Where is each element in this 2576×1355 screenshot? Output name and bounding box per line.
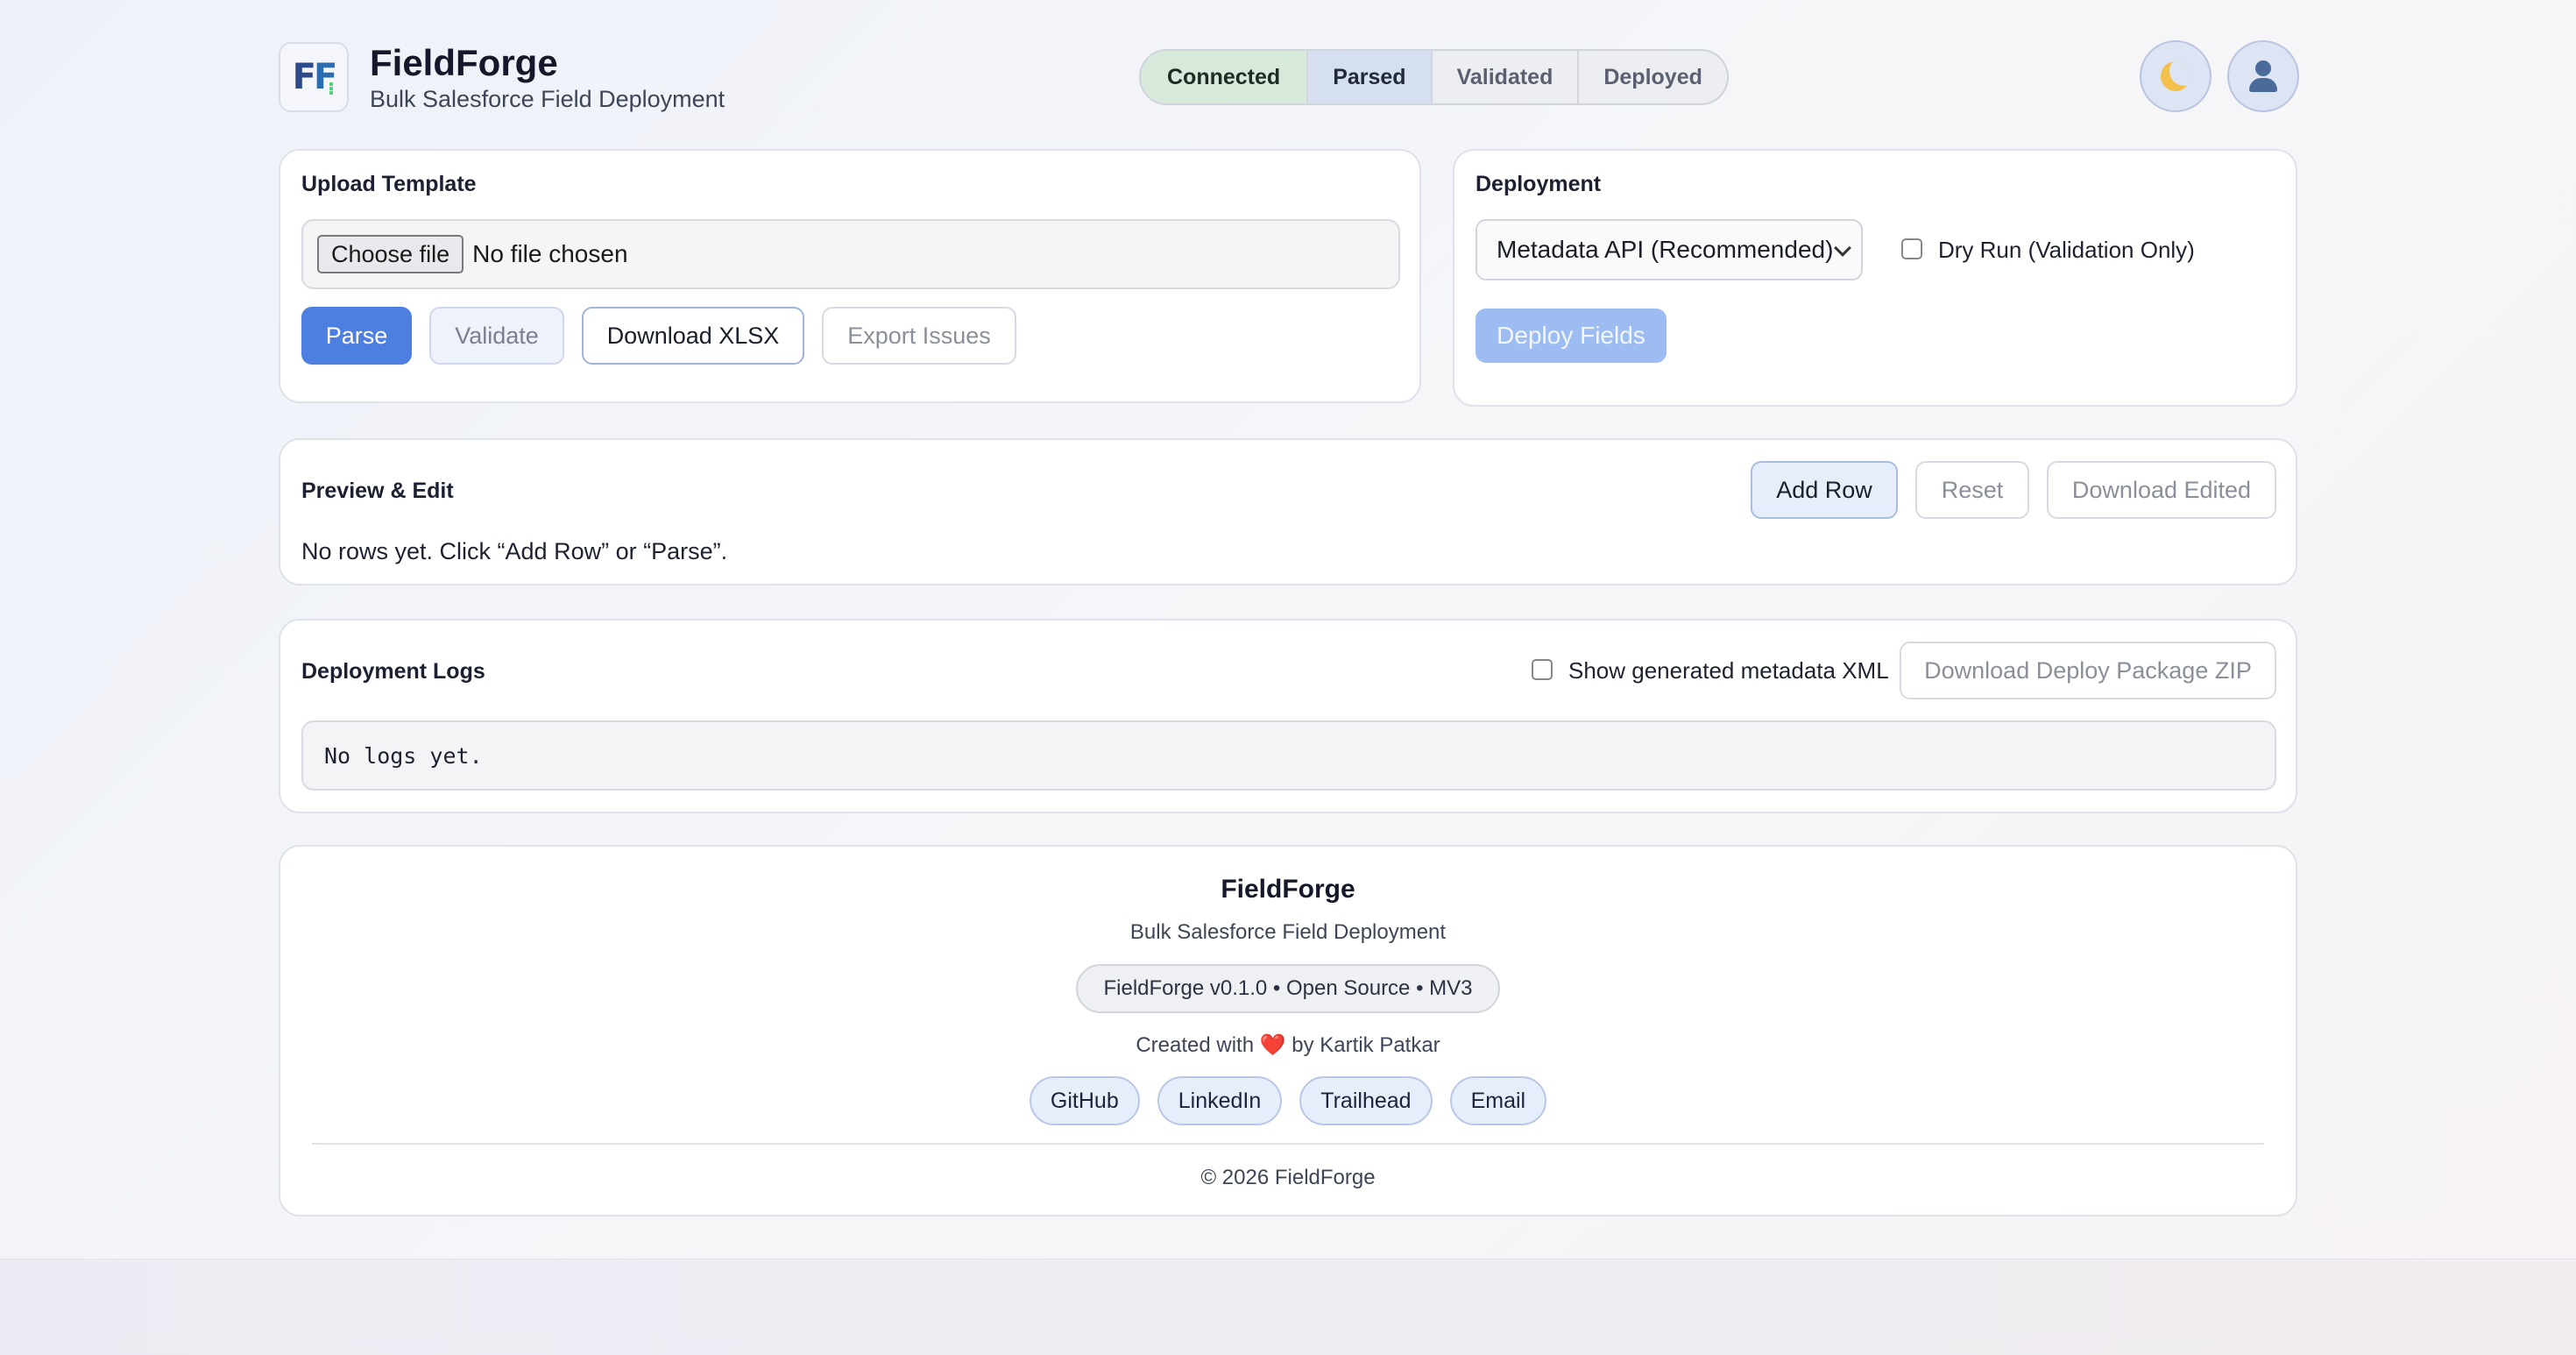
created-suffix: by Kartik Patkar	[1292, 1033, 1440, 1057]
app-title: FieldForge	[370, 42, 558, 83]
step-deployed: Deployed	[1577, 51, 1727, 103]
download-zip-button[interactable]: Download Deploy Package ZIP	[1900, 642, 2276, 699]
account-button[interactable]	[2227, 40, 2299, 112]
upload-card-title: Upload Template	[301, 172, 477, 196]
download-xlsx-button[interactable]: Download XLSX	[582, 307, 804, 365]
user-icon	[2246, 59, 2281, 94]
footer-subtitle: Bulk Salesforce Field Deployment	[1129, 920, 1447, 944]
download-edited-button[interactable]: Download Edited	[2047, 461, 2276, 519]
heart-icon: ❤️	[1259, 1033, 1286, 1057]
file-status: No file chosen	[472, 240, 628, 267]
version-badge: FieldForge v0.1.0 • Open Source • MV3	[1076, 964, 1500, 1013]
add-row-button[interactable]: Add Row	[1751, 461, 1898, 519]
github-link[interactable]: GitHub	[1029, 1076, 1140, 1125]
validate-button[interactable]: Validate	[429, 307, 564, 365]
logo-letter-1: F	[292, 57, 316, 97]
export-issues-button[interactable]: Export Issues	[822, 307, 1016, 365]
copyright: © 2026 FieldForge	[1200, 1166, 1376, 1189]
show-xml-label: Show generated metadata XML	[1568, 657, 1889, 684]
show-xml-checkbox[interactable]	[1532, 659, 1553, 680]
app-subtitle: Bulk Salesforce Field Deployment	[370, 86, 725, 112]
logs-output: No logs yet.	[301, 720, 2276, 791]
created-by: Created with ❤️ by Kartik Patkar	[280, 1032, 2296, 1058]
footer-divider	[312, 1143, 2264, 1145]
choose-file-button[interactable]: Choose file	[317, 235, 464, 273]
deploy-fields-button[interactable]: Deploy Fields	[1476, 309, 1667, 363]
parse-button[interactable]: Parse	[301, 307, 412, 365]
linkedin-link[interactable]: LinkedIn	[1157, 1076, 1283, 1125]
reset-button[interactable]: Reset	[1915, 461, 2029, 519]
deployment-card: Deployment Metadata API (Recommended) Dr…	[1453, 149, 2297, 407]
step-validated: Validated	[1430, 51, 1578, 103]
progress-steps: Connected Parsed Validated Deployed	[1139, 49, 1729, 105]
dry-run-checkbox[interactable]	[1901, 238, 1922, 259]
step-parsed: Parsed	[1306, 51, 1431, 103]
chevron-down-icon	[1834, 239, 1851, 257]
preview-card-title: Preview & Edit	[301, 479, 454, 503]
window-bottom-band	[0, 1259, 2576, 1355]
step-connected: Connected	[1141, 51, 1307, 103]
app-logo: FF	[279, 42, 349, 112]
created-prefix: Created with	[1136, 1033, 1255, 1057]
footer-card: FieldForge Bulk Salesforce Field Deploym…	[279, 845, 2297, 1217]
footer-links: GitHub LinkedIn Trailhead Email	[280, 1076, 2296, 1125]
deployment-method-select[interactable]: Metadata API (Recommended)	[1476, 219, 1863, 280]
preview-empty-message: No rows yet. Click “Add Row” or “Parse”.	[301, 538, 728, 564]
upload-template-card: Upload Template Choose file No file chos…	[279, 149, 1421, 403]
moon-icon	[2161, 61, 2190, 91]
footer-title: FieldForge	[1221, 875, 1355, 904]
email-link[interactable]: Email	[1449, 1076, 1547, 1125]
deployment-logs-card: Deployment Logs Show generated metadata …	[279, 619, 2297, 813]
app-header: FF FieldForge Bulk Salesforce Field Depl…	[279, 39, 2299, 116]
deployment-card-title: Deployment	[1476, 172, 1602, 196]
logs-card-title: Deployment Logs	[301, 659, 485, 684]
dry-run-label: Dry Run (Validation Only)	[1938, 237, 2195, 263]
deployment-method-value: Metadata API (Recommended)	[1497, 236, 1834, 263]
file-input[interactable]: Choose file No file chosen	[301, 219, 1400, 289]
logo-dots	[329, 82, 333, 95]
preview-edit-card: Preview & Edit Add Row Reset Download Ed…	[279, 438, 2297, 585]
theme-toggle-button[interactable]	[2140, 40, 2212, 112]
trailhead-link[interactable]: Trailhead	[1299, 1076, 1433, 1125]
